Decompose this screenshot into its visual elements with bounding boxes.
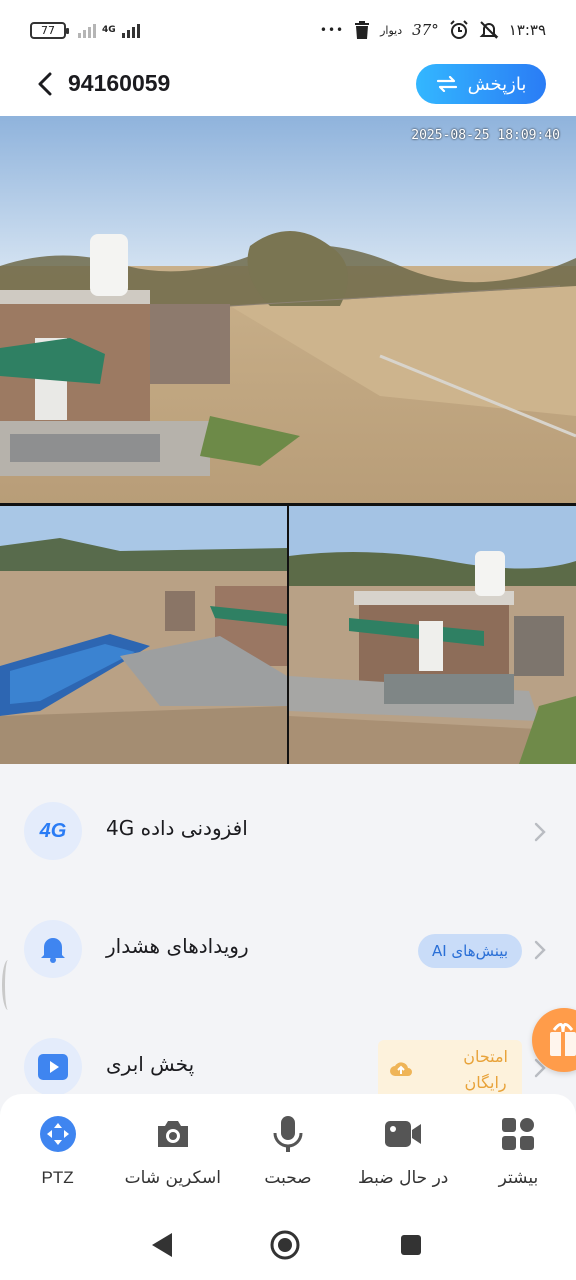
bell-shape: [41, 938, 65, 963]
4g-icon-text: 4G: [39, 819, 67, 842]
camera-scene-main: [0, 116, 576, 504]
battery-icon: 77: [30, 21, 69, 39]
bottom-toolbar: PTZ اسکرین شات صحبت در حال ضبط بیشتر: [0, 1094, 576, 1204]
list-item-alarm-events[interactable]: رویدادهای هشدار بینش‌های AI: [0, 896, 576, 1006]
device-title: 94160059: [68, 70, 171, 96]
chevron-right-icon: [534, 940, 546, 960]
grid-icon: [498, 1114, 538, 1154]
camera-scene-left: [0, 506, 287, 764]
talk-button[interactable]: صحبت: [230, 1094, 345, 1204]
playback-button[interactable]: بازپخش: [416, 64, 546, 104]
screenshot-label: اسکرین شات: [124, 1168, 221, 1188]
nav-home-icon[interactable]: [270, 1230, 300, 1260]
back-arrow-icon[interactable]: [34, 72, 58, 96]
signal-icon: [78, 22, 96, 38]
trial-line2: رایگان: [464, 1073, 507, 1092]
list-item-4g-data[interactable]: 4G افزودنی داده 4G: [0, 778, 576, 888]
free-trial-badge[interactable]: امتحان رایگان: [378, 1040, 522, 1100]
app-header: 94160059 بازپخش: [0, 60, 576, 116]
talk-label: صحبت: [264, 1168, 312, 1188]
screenshot-button[interactable]: اسکرین شات: [115, 1094, 230, 1204]
nav-back-icon[interactable]: [150, 1232, 174, 1258]
more-button[interactable]: بیشتر: [461, 1094, 576, 1204]
chevron-right-icon: [534, 822, 546, 842]
list-item-label: پخش ابری: [106, 1052, 195, 1076]
network-type: 4G: [102, 24, 116, 35]
swap-arrows-icon: [436, 76, 457, 92]
record-button[interactable]: در حال ضبط: [346, 1094, 461, 1204]
bell-icon: [24, 920, 82, 978]
edge-swipe-handle[interactable]: [2, 960, 14, 1010]
weather-label: دیوار: [380, 23, 403, 37]
play-icon: [24, 1038, 82, 1096]
more-label: بیشتر: [498, 1168, 539, 1188]
video-icon: [383, 1114, 423, 1154]
playback-label: بازپخش: [467, 73, 527, 95]
camera-icon: [153, 1114, 193, 1154]
trial-line1: امتحان: [463, 1047, 508, 1066]
play-shape: [38, 1054, 68, 1080]
ptz-label: PTZ: [41, 1168, 74, 1187]
ptz-icon: [38, 1114, 78, 1154]
camera-feed-right[interactable]: [289, 506, 576, 764]
temperature: 37°: [412, 21, 439, 39]
signal-icon-2: [121, 22, 140, 38]
camera-feed-main[interactable]: [0, 116, 576, 504]
status-bar: 77 4G ••• دیوار 37° ۱۳:۳۹: [0, 0, 576, 60]
camera-feed-left[interactable]: [0, 506, 287, 764]
battery-level: 77: [41, 23, 55, 37]
microphone-icon: [268, 1114, 308, 1154]
clock: ۱۳:۳۹: [508, 21, 546, 39]
trash-icon: [355, 21, 370, 39]
list-item-label: افزودنی داده 4G: [106, 816, 248, 840]
gift-icon[interactable]: [532, 1008, 576, 1072]
camera-timestamp: 2025-08-25 18:09:40: [411, 128, 560, 143]
4g-icon: 4G: [24, 802, 82, 860]
more-dots: •••: [319, 23, 345, 37]
cloud-upload-icon: [390, 1062, 412, 1076]
ptz-button[interactable]: PTZ: [0, 1094, 115, 1204]
settings-list: 4G افزودنی داده 4G رویدادهای هشدار بینش‌…: [0, 764, 576, 1104]
list-item-label: رویدادهای هشدار: [106, 934, 249, 958]
camera-scene-right: [289, 506, 576, 764]
nav-recents-icon[interactable]: [400, 1234, 422, 1256]
system-nav-bar: [0, 1204, 576, 1280]
record-label: در حال ضبط: [358, 1168, 449, 1188]
alarm-icon: [450, 20, 468, 39]
ai-insights-badge[interactable]: بینش‌های AI: [417, 934, 522, 968]
mute-bell-icon: [479, 21, 499, 39]
